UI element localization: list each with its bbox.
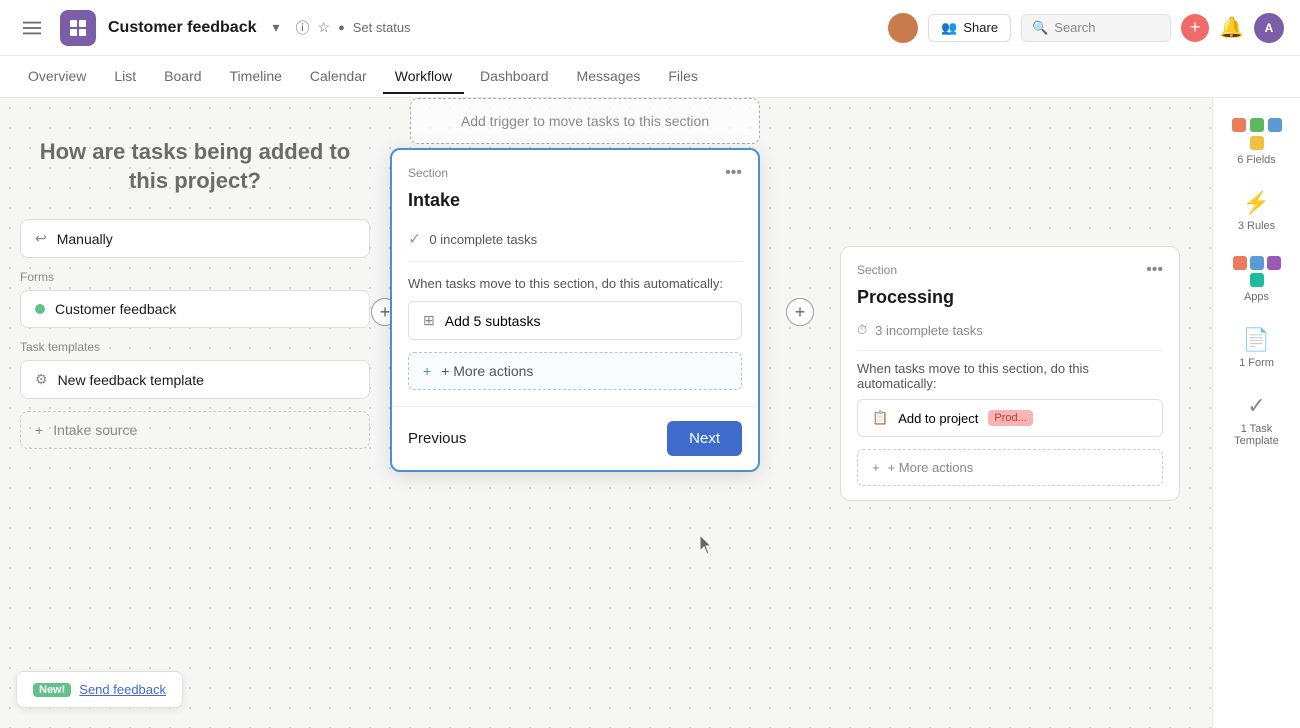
- avatar-1: [888, 13, 918, 43]
- main-area: How are tasks being added to this projec…: [0, 98, 1300, 728]
- nav-files[interactable]: Files: [656, 60, 710, 94]
- customer-feedback-item[interactable]: Customer feedback: [20, 290, 370, 328]
- add-subtasks-action[interactable]: ⊞ Add 5 subtasks: [408, 301, 742, 340]
- processing-card: Section ••• Processing ⏱ 3 incomplete ta…: [840, 246, 1180, 501]
- lightning-icon: ⚡: [1243, 190, 1270, 216]
- feedback-banner: New! Send feedback: [16, 671, 183, 708]
- manually-item[interactable]: ↩ Manually: [20, 219, 370, 258]
- card-footer: Previous Next: [392, 406, 758, 470]
- share-icon: 👥: [941, 20, 957, 36]
- add-button[interactable]: +: [1181, 14, 1209, 42]
- add-to-project-action[interactable]: 📋 Add to project Prod...: [857, 399, 1163, 437]
- left-panel-title: How are tasks being added to this projec…: [20, 138, 370, 195]
- processing-more-button[interactable]: •••: [1146, 261, 1163, 279]
- previous-button[interactable]: Previous: [408, 430, 466, 447]
- sidebar-rules[interactable]: ⚡ 3 Rules: [1217, 182, 1297, 240]
- undo-icon: ↩: [35, 230, 47, 247]
- share-button[interactable]: 👥 Share: [928, 14, 1011, 42]
- processing-title: Processing: [841, 287, 1179, 318]
- right-sidebar: 6 Fields ⚡ 3 Rules Apps 📄 1 Form ✓ 1 Tas…: [1212, 98, 1300, 728]
- sidebar-task-template-label: 1 Task Template: [1234, 423, 1279, 447]
- nav-board[interactable]: Board: [152, 60, 213, 94]
- plus-more-icon: +: [423, 363, 431, 379]
- plus-icon: +: [35, 422, 43, 438]
- sidebar-rules-label: 3 Rules: [1238, 220, 1275, 232]
- template-icon: ⚙: [35, 371, 48, 388]
- sidebar-apps[interactable]: Apps: [1217, 248, 1297, 311]
- search-icon: 🔍: [1032, 20, 1048, 36]
- card-tasks: ✓ 0 incomplete tasks: [392, 223, 758, 261]
- card-section-label: Section: [408, 166, 448, 180]
- set-status-button[interactable]: Set status: [353, 20, 411, 35]
- avatar-2: A: [1254, 13, 1284, 43]
- nav-bar: Overview List Board Timeline Calendar Wo…: [0, 56, 1300, 98]
- sidebar-form[interactable]: 📄 1 Form: [1217, 319, 1297, 377]
- processing-section-label: Section: [857, 263, 897, 277]
- forms-section: Forms Customer feedback: [20, 270, 370, 328]
- check-icon: ✓: [408, 229, 421, 249]
- sidebar-fields[interactable]: 6 Fields: [1217, 110, 1297, 174]
- processing-tasks: ⏱ 3 incomplete tasks: [841, 318, 1179, 350]
- clock-icon: ⏱: [857, 322, 867, 338]
- star-icon[interactable]: ☆: [318, 19, 331, 36]
- sidebar-form-label: 1 Form: [1239, 357, 1274, 369]
- task-templates-section: Task templates ⚙ New feedback template: [20, 340, 370, 399]
- nav-overview[interactable]: Overview: [16, 60, 98, 94]
- sidebar-fields-label: 6 Fields: [1237, 154, 1276, 166]
- prod-badge: Prod...: [988, 410, 1032, 426]
- nav-calendar[interactable]: Calendar: [298, 60, 379, 94]
- card-auto-text: When tasks move to this section, do this…: [392, 262, 758, 301]
- left-panel: How are tasks being added to this projec…: [20, 138, 370, 455]
- info-icon[interactable]: ⓘ: [296, 18, 310, 38]
- header: Customer feedback ▾ ⓘ ☆ ● Set status 👥 S…: [0, 0, 1300, 56]
- card-more-button[interactable]: •••: [725, 164, 742, 182]
- trigger-box[interactable]: Add trigger to move tasks to this sectio…: [410, 98, 760, 144]
- header-icons: ⓘ ☆ ● Set status: [296, 18, 411, 38]
- subtask-icon: ⊞: [423, 312, 435, 329]
- card-header: Section •••: [392, 150, 758, 190]
- nav-dashboard[interactable]: Dashboard: [468, 60, 561, 94]
- task-template-icon: ✓: [1247, 393, 1265, 419]
- new-badge: New!: [33, 683, 71, 697]
- form-icon: 📄: [1243, 327, 1270, 353]
- nav-messages[interactable]: Messages: [565, 60, 653, 94]
- app-icon: [60, 10, 96, 46]
- add-section-right-button[interactable]: +: [786, 298, 814, 326]
- project-title: Customer feedback: [108, 19, 257, 37]
- title-dropdown-icon[interactable]: ▾: [273, 19, 280, 36]
- next-button[interactable]: Next: [667, 421, 742, 456]
- search-box[interactable]: 🔍 Search: [1021, 14, 1171, 42]
- task-templates-label: Task templates: [20, 340, 370, 354]
- more-actions-button[interactable]: + + More actions: [408, 352, 742, 390]
- processing-card-header: Section •••: [841, 247, 1179, 287]
- circle-icon[interactable]: ●: [338, 22, 345, 34]
- sidebar-apps-label: Apps: [1244, 291, 1269, 303]
- processing-more-actions-button[interactable]: + + More actions: [857, 449, 1163, 486]
- notification-icon[interactable]: 🔔: [1219, 15, 1244, 40]
- workflow-canvas[interactable]: How are tasks being added to this projec…: [0, 98, 1300, 728]
- sidebar-task-template[interactable]: ✓ 1 Task Template: [1217, 385, 1297, 455]
- project-icon: 📋: [872, 410, 888, 426]
- plus-proc-icon: +: [872, 460, 880, 475]
- intake-source-item[interactable]: + Intake source: [20, 411, 370, 449]
- forms-label: Forms: [20, 270, 370, 284]
- intake-card: Section ••• Intake ✓ 0 incomplete tasks …: [390, 148, 760, 472]
- nav-workflow[interactable]: Workflow: [383, 60, 464, 94]
- menu-button[interactable]: [16, 12, 48, 44]
- processing-auto-text: When tasks move to this section, do this…: [841, 351, 1179, 399]
- nav-timeline[interactable]: Timeline: [218, 60, 294, 94]
- new-feedback-template-item[interactable]: ⚙ New feedback template: [20, 360, 370, 399]
- nav-list[interactable]: List: [102, 60, 148, 94]
- manually-section: ↩ Manually: [20, 219, 370, 258]
- header-right: 👥 Share 🔍 Search + 🔔 A: [888, 13, 1284, 43]
- card-title: Intake: [392, 190, 758, 223]
- send-feedback-link[interactable]: Send feedback: [79, 682, 166, 697]
